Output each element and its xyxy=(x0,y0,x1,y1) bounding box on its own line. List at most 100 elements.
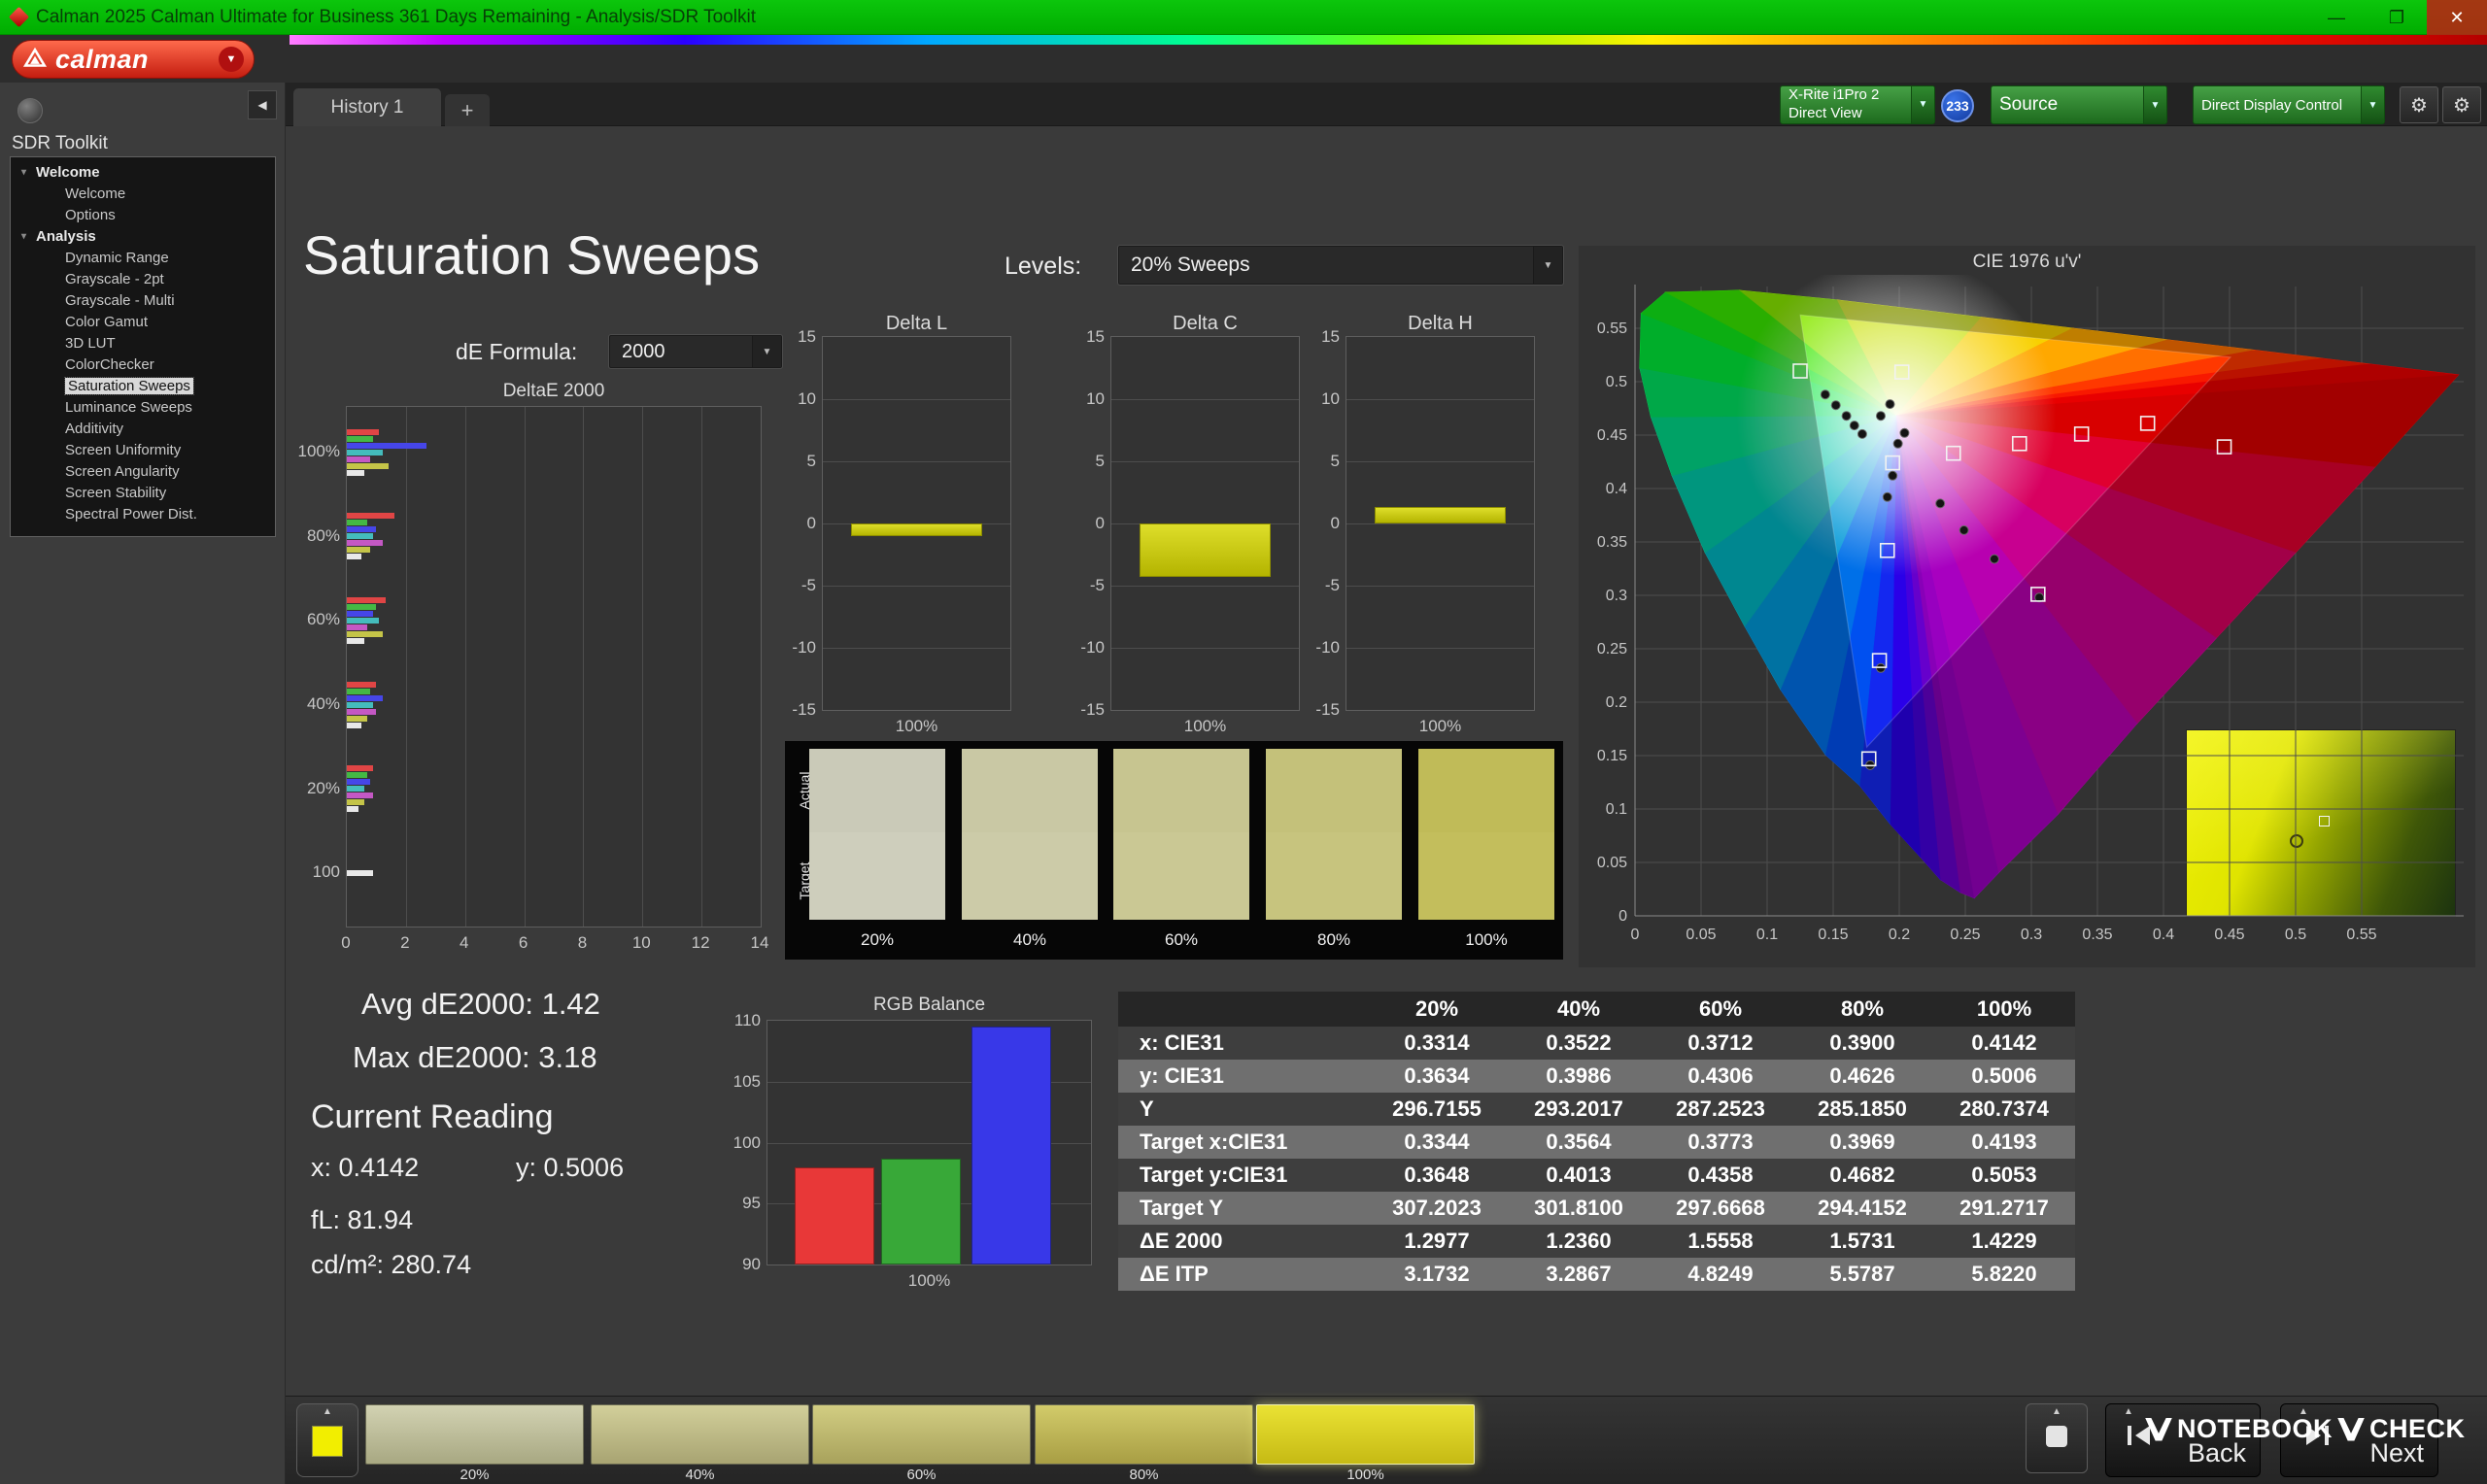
swatch-label: 80% xyxy=(1316,930,1351,949)
y-tick-label: 0 xyxy=(806,514,816,532)
level-tile-100[interactable] xyxy=(1256,1404,1475,1465)
sidebar-item-options[interactable]: Options xyxy=(11,205,275,226)
chevron-down-icon: ▼ xyxy=(2143,86,2166,123)
delta-h-xlabel: 100% xyxy=(1418,717,1462,735)
sidebar-item-screen-angularity[interactable]: Screen Angularity xyxy=(11,461,275,483)
level-tile-60[interactable] xyxy=(812,1404,1031,1465)
step-next-icon xyxy=(2325,1426,2329,1445)
delta-l-plot xyxy=(822,336,1011,711)
pattern-window-button[interactable]: ▲ xyxy=(2026,1403,2088,1473)
x-tick-label: 8 xyxy=(577,933,588,952)
sidebar-collapse-button[interactable]: ◀ xyxy=(248,90,277,119)
add-tab-button[interactable]: + xyxy=(445,94,490,126)
gridline xyxy=(823,399,1010,400)
patch-window-button[interactable]: ▲ xyxy=(296,1403,358,1477)
gridline xyxy=(524,407,526,927)
source-dropdown[interactable]: Source ▼ xyxy=(1991,85,2167,124)
sidebar-item-label: Additivity xyxy=(65,421,124,437)
delta-bar xyxy=(850,523,983,536)
settings-button[interactable]: ⚙ xyxy=(2400,86,2438,123)
tab-history-1[interactable]: History 1 xyxy=(293,88,441,126)
window-titlebar: Calman 2025 Calman Ultimate for Business… xyxy=(0,0,2487,35)
measured-point xyxy=(1830,400,1841,411)
settings-button-2[interactable]: ⚙ xyxy=(2442,86,2481,123)
sidebar-item-analysis[interactable]: ▾ Analysis xyxy=(11,226,275,248)
maximize-button[interactable]: ❐ xyxy=(2367,0,2427,35)
table-cell: 0.3522 xyxy=(1508,1027,1650,1060)
table-cell: 0.4306 xyxy=(1650,1060,1791,1093)
sidebar-item-luminance-sweeps[interactable]: Luminance Sweeps xyxy=(11,397,275,419)
sidebar-item-additivity[interactable]: Additivity xyxy=(11,419,275,440)
back-button[interactable]: ▲ Back xyxy=(2105,1403,2261,1477)
sidebar-item-label: Color Gamut xyxy=(65,314,149,330)
level-tile-40[interactable] xyxy=(591,1404,809,1465)
de-bar-cyan xyxy=(347,786,365,793)
sidebar-item-3d-lut[interactable]: 3D LUT xyxy=(11,333,275,354)
meter-count-badge[interactable]: 233 xyxy=(1941,89,1974,122)
calman-logo-menu[interactable]: calman ▼ xyxy=(12,40,255,79)
sidebar-item-label: Saturation Sweeps xyxy=(64,377,194,395)
meter-dropdown[interactable]: X-Rite i1Pro 2 Direct View ▼ xyxy=(1780,85,1935,124)
sidebar-item-welcome[interactable]: Welcome xyxy=(11,184,275,205)
sidebar-item-dynamic-range[interactable]: Dynamic Range xyxy=(11,248,275,269)
sidebar-item-grayscale-2pt[interactable]: Grayscale - 2pt xyxy=(11,269,275,290)
measured-point xyxy=(1899,427,1910,438)
table-row-label: Target x:CIE31 xyxy=(1118,1126,1366,1159)
delta-c-plot xyxy=(1110,336,1300,711)
rgb-balance-chart: RGB Balance 100% 110 105 100 95 90 xyxy=(718,993,1107,1420)
svg-text:0.25: 0.25 xyxy=(1950,927,1980,943)
sidebar-item-saturation-sweeps[interactable]: Saturation Sweeps xyxy=(11,376,275,397)
step-back-icon xyxy=(2135,1426,2150,1445)
sidebar-item-welcome[interactable]: ▾ Welcome xyxy=(11,162,275,184)
de-bar-blue xyxy=(347,779,371,786)
x-tick-label: 6 xyxy=(518,933,528,952)
measured-point xyxy=(1875,411,1886,422)
actual-swatch xyxy=(1418,749,1554,832)
rgb-bar-blue xyxy=(971,1027,1051,1265)
bottom-bar: ▲ ▲ ▲ Back ▲ Next NOTEBOOK CHECK 20% 40% 6… xyxy=(286,1396,2487,1484)
sidebar-item-grayscale-multi[interactable]: Grayscale - Multi xyxy=(11,290,275,312)
svg-text:0.4: 0.4 xyxy=(1606,481,1627,497)
x-tick-label: 2 xyxy=(400,933,410,952)
sidebar-item-label: Welcome xyxy=(36,164,100,181)
delta-c-title: Delta C xyxy=(1173,313,1238,334)
swatch-column xyxy=(1266,749,1402,920)
tree-expander-icon[interactable]: ▾ xyxy=(21,226,26,248)
sidebar-nav-button[interactable] xyxy=(17,98,43,123)
svg-text:0.05: 0.05 xyxy=(1686,927,1716,943)
max-de2000-reading: Max dE2000: 3.18 xyxy=(353,1040,597,1074)
level-tile-80[interactable] xyxy=(1035,1404,1253,1465)
active-patch-color xyxy=(312,1426,343,1457)
svg-text:0.2: 0.2 xyxy=(1606,694,1627,711)
table-cell: 0.3564 xyxy=(1508,1126,1650,1159)
sidebar-item-color-gamut[interactable]: Color Gamut xyxy=(11,312,275,333)
sidebar-item-screen-stability[interactable]: Screen Stability xyxy=(11,483,275,504)
logo-menu-caret-icon[interactable]: ▼ xyxy=(219,47,244,72)
table-cell: 0.3773 xyxy=(1650,1126,1791,1159)
next-button[interactable]: ▲ Next xyxy=(2280,1403,2438,1477)
reading-cdm2: cd/m²: 280.74 xyxy=(311,1250,472,1279)
y-tick-label: -10 xyxy=(1080,638,1105,657)
sidebar-item-spectral-power-dist[interactable]: Spectral Power Dist. xyxy=(11,504,275,525)
results-grid: 20% 40% 60% 80% 100% x: CIE31 0.3314 0.3522 0.37… xyxy=(1118,992,2075,1291)
sidebar-item-screen-uniformity[interactable]: Screen Uniformity xyxy=(11,440,275,461)
delta-l-title: Delta L xyxy=(885,313,948,334)
display-control-dropdown[interactable]: Direct Display Control ▼ xyxy=(2193,85,2385,124)
minimize-button[interactable]: — xyxy=(2306,0,2367,35)
tab-history-label: History 1 xyxy=(330,96,404,118)
levels-dropdown[interactable]: 20% Sweeps ▼ xyxy=(1118,246,1563,285)
de-bar-red xyxy=(347,596,386,603)
svg-text:0.1: 0.1 xyxy=(1756,927,1778,943)
y-tick-label: -10 xyxy=(1315,638,1340,657)
meter-mode: Direct View xyxy=(1789,105,1862,121)
level-tile-label: 40% xyxy=(685,1467,715,1483)
table-cell: 307.2023 xyxy=(1366,1192,1508,1225)
workflow-tree: ▾ Welcome Welcome Options ▾ Analysis Dynamic R… xyxy=(10,156,276,537)
collapse-left-icon: ◀ xyxy=(257,98,267,112)
close-button[interactable]: ✕ xyxy=(2427,0,2487,35)
de-formula-dropdown[interactable]: 2000 ▼ xyxy=(609,335,782,368)
level-tile-20[interactable] xyxy=(365,1404,584,1465)
tree-expander-icon[interactable]: ▾ xyxy=(21,162,26,184)
sidebar-item-colorchecker[interactable]: ColorChecker xyxy=(11,354,275,376)
table-row-label: Target y:CIE31 xyxy=(1118,1159,1366,1192)
